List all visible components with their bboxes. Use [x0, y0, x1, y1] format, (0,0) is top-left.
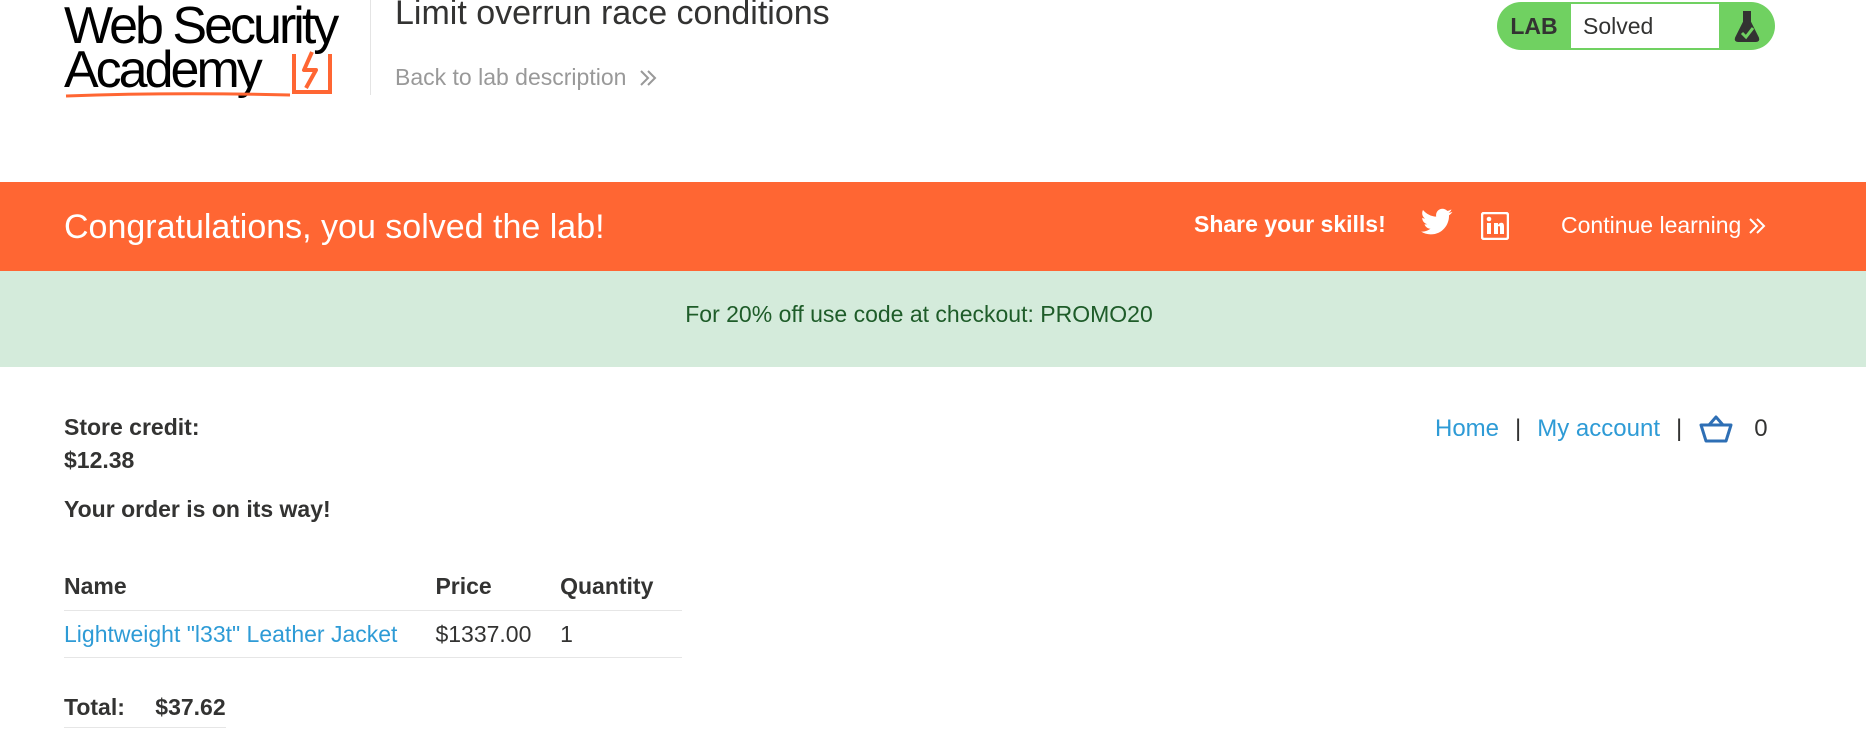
header-divider [370, 0, 371, 95]
total-value: $37.62 [155, 694, 226, 720]
chevron-right-icon [640, 69, 657, 86]
nav-separator: | [1515, 415, 1522, 442]
column-header-quantity: Quantity [560, 572, 654, 599]
logo-text-line2: Academy [64, 41, 263, 99]
lab-status-widget: LAB Solved [1497, 2, 1775, 50]
order-table: Name Price Quantity Lightweight "l33t" L… [64, 566, 682, 658]
promo-code-message: For 20% off use code at checkout: PROMO2… [685, 301, 1153, 327]
product-price-cell: $1337.00 [435, 610, 561, 658]
continue-learning-label: Continue learning [1561, 212, 1742, 238]
logo-underline [65, 92, 291, 98]
total-label: Total: [64, 694, 125, 720]
back-link-label: Back to lab description [395, 64, 627, 90]
column-header-name: Name [64, 572, 127, 599]
logo-icon [292, 51, 332, 94]
promo-banner: For 20% off use code at checkout: PROMO2… [0, 271, 1866, 367]
chevron-right-icon [1749, 217, 1766, 234]
share-skills-label: Share your skills! [1194, 211, 1386, 237]
flask-icon [1719, 2, 1775, 50]
table-row: Lightweight "l33t" Leather Jacket $1337.… [64, 610, 682, 658]
solved-banner: Congratulations, you solved the lab! Sha… [0, 182, 1866, 271]
nav-separator: | [1675, 415, 1683, 442]
continue-learning-link[interactable]: Continue learning [1561, 212, 1767, 239]
cart-icon [1699, 415, 1733, 443]
order-confirmation-message: Your order is on its way! [64, 496, 331, 522]
column-header-price: Price [435, 572, 492, 599]
web-security-academy-logo[interactable]: Web Security Academy [64, 0, 369, 110]
order-total: Total: $37.62 [64, 694, 226, 728]
cart-link[interactable]: 0 [1698, 414, 1768, 444]
congratulations-message: Congratulations, you solved the lab! [64, 208, 605, 246]
cart-count: 0 [1754, 415, 1768, 442]
back-to-lab-description-link[interactable]: Back to lab description [395, 64, 658, 91]
linkedin-icon[interactable] [1481, 212, 1509, 240]
lab-header: Web Security Academy Limit overrun race … [0, 0, 1874, 182]
lab-tag: LAB [1510, 12, 1558, 39]
store-credit-label: Store credit: [64, 414, 200, 440]
product-quantity-cell: 1 [560, 610, 682, 658]
product-name-cell: Lightweight "l33t" Leather Jacket [64, 610, 436, 658]
store-credit-value: $12.38 [64, 447, 135, 473]
lab-status-text: Solved [1571, 4, 1719, 48]
lab-title: Limit overrun race conditions [395, 0, 830, 32]
product-link[interactable]: Lightweight "l33t" Leather Jacket [64, 621, 397, 647]
table-header-row: Name Price Quantity [64, 566, 682, 611]
my-account-link[interactable]: My account [1537, 415, 1660, 443]
home-link[interactable]: Home [1435, 415, 1499, 443]
top-navigation: Home | My account | 0 [1435, 412, 1768, 446]
twitter-icon[interactable] [1421, 208, 1453, 236]
